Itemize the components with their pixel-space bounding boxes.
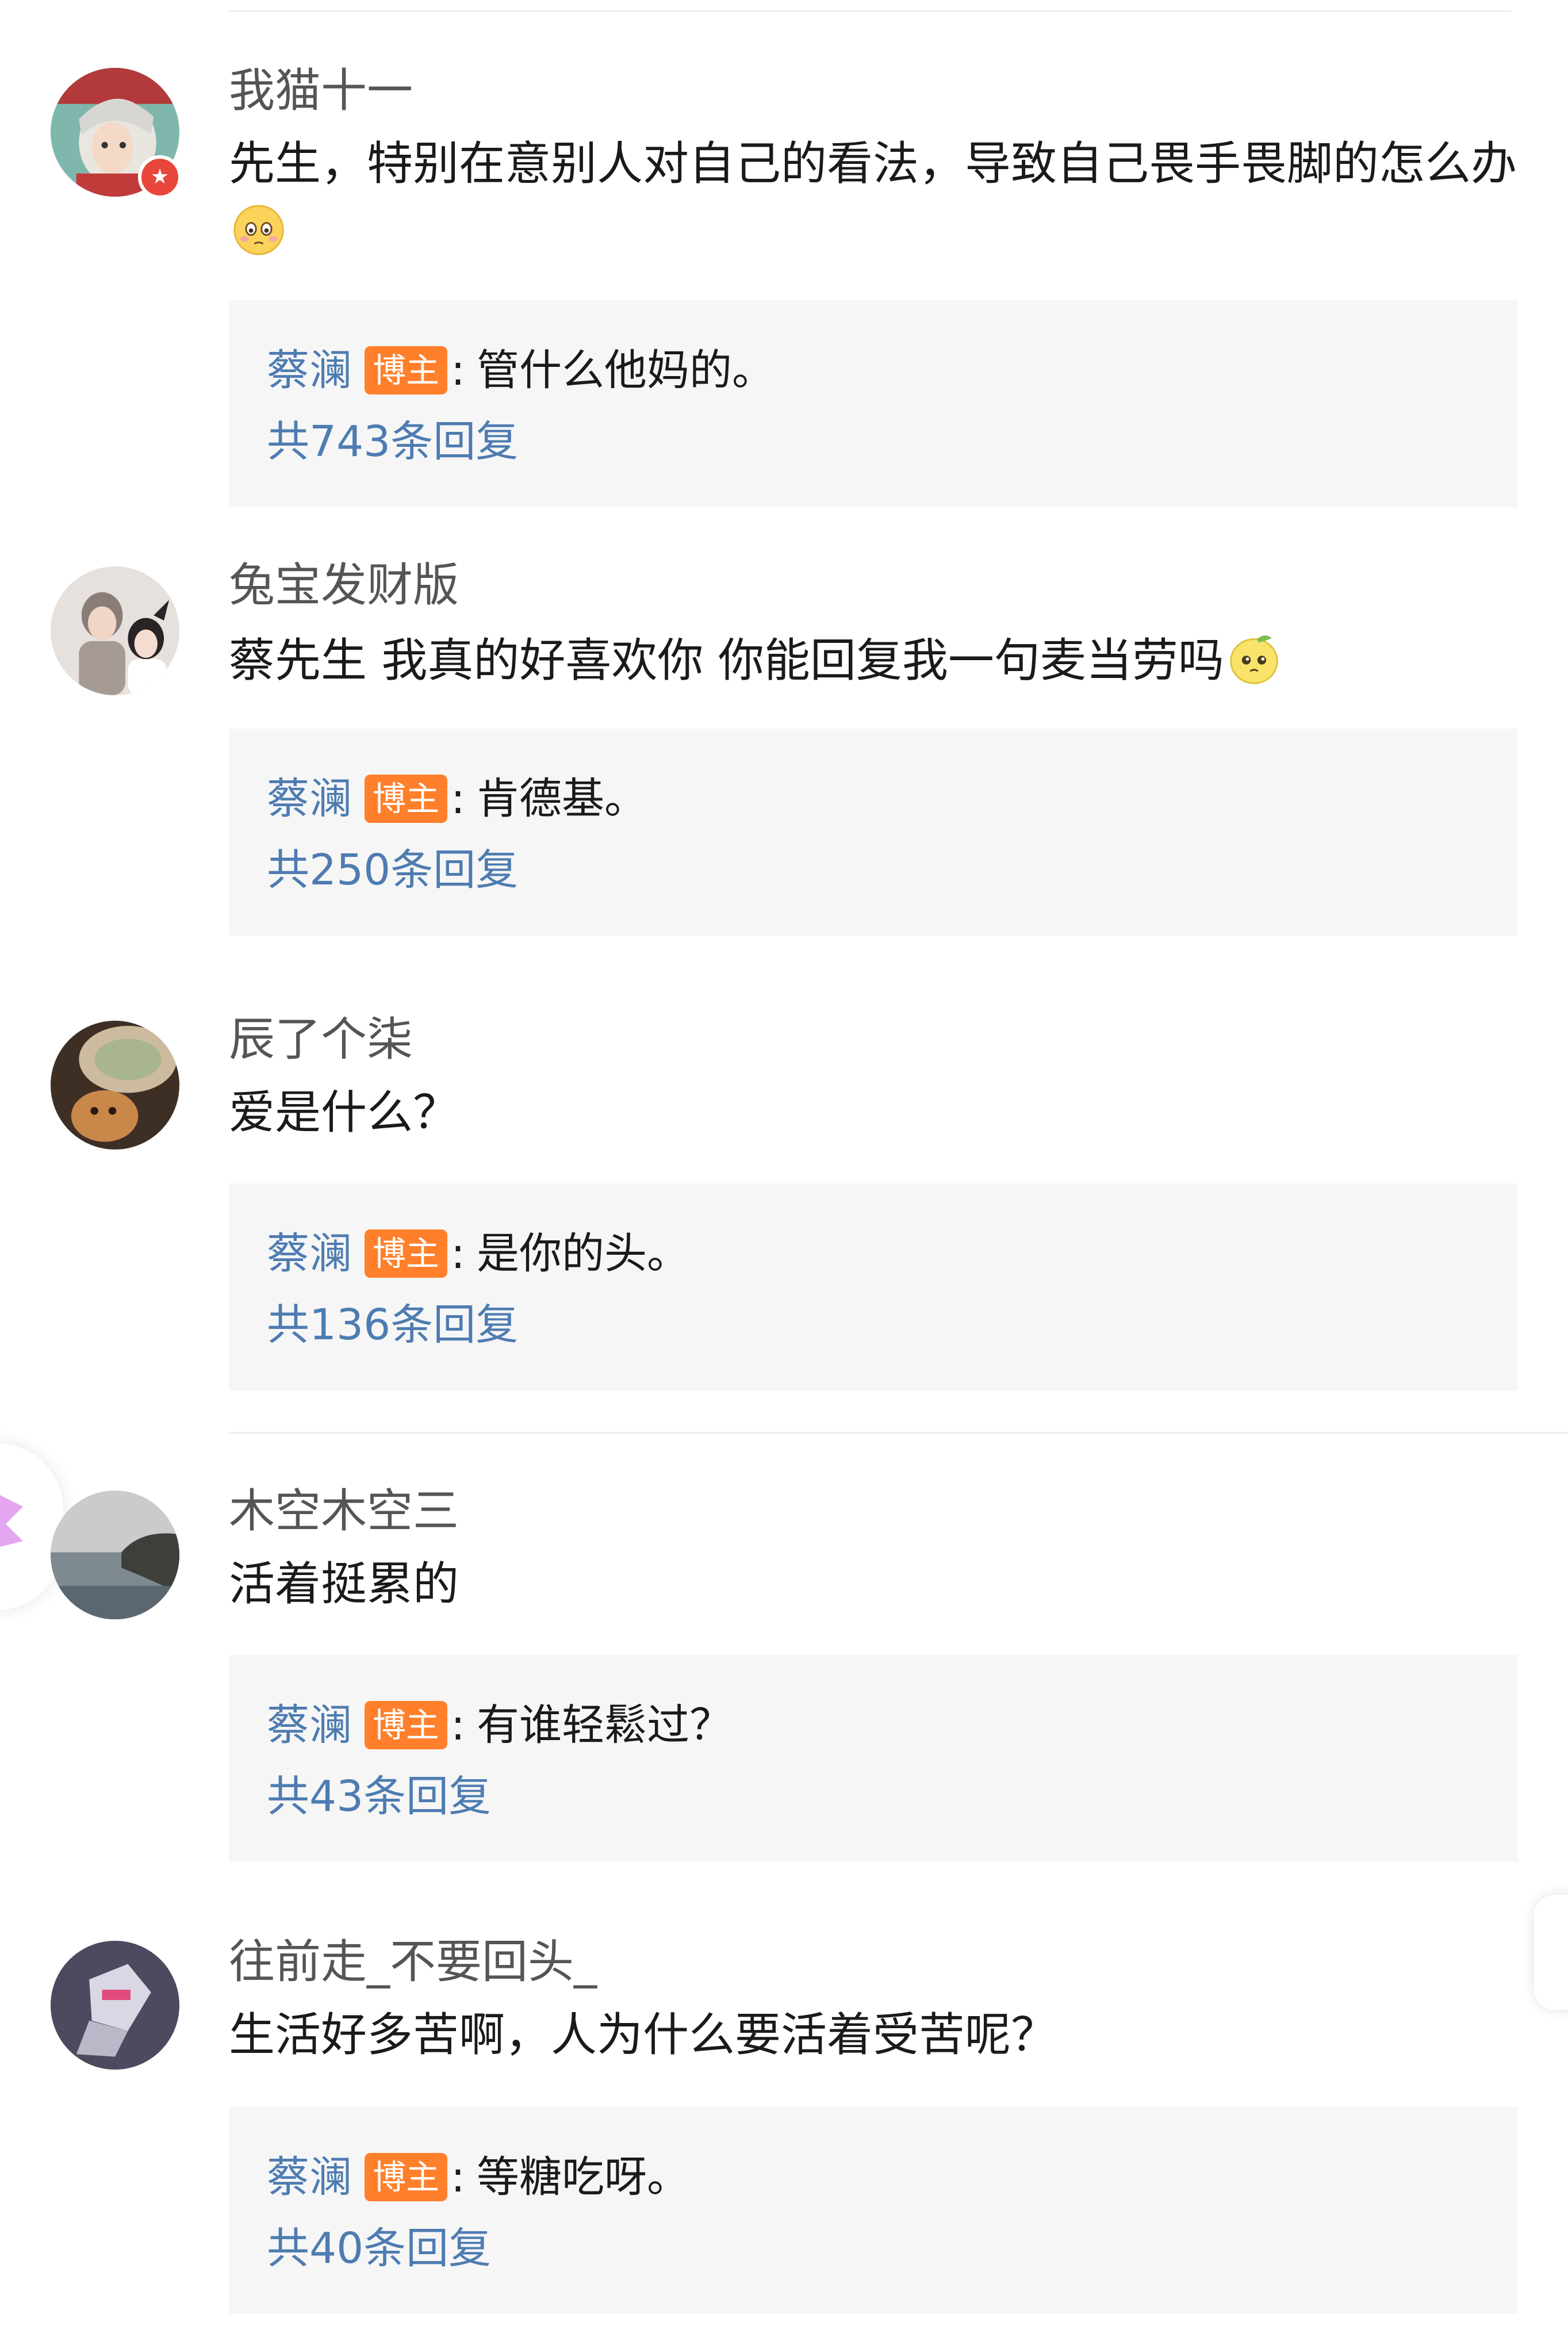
host-badge: 博主: [365, 1229, 448, 1278]
couple-illustration-avatar-image: [51, 566, 179, 695]
side-panel-tab[interactable]: [1534, 1895, 1568, 2010]
host-badge: 博主: [365, 346, 448, 394]
reply-colon: :: [451, 2152, 465, 2202]
comment-text: 爱是什么？: [229, 1079, 1528, 1147]
robot-character-avatar-image: [51, 1941, 179, 2070]
reply-line: 蔡澜 博主 : 是你的头。: [267, 1225, 689, 1282]
username[interactable]: 辰了个柒: [229, 1011, 413, 1068]
username[interactable]: 兔宝发财版: [229, 557, 459, 614]
seaside-landscape-avatar-image: [51, 1491, 179, 1619]
pleading-lemon-emoji-icon: [1226, 631, 1282, 687]
reply-count-link[interactable]: 共43条回复: [267, 1768, 491, 1825]
comment-text-content: 爱是什么？: [229, 1086, 459, 1139]
reply-count-link[interactable]: 共40条回复: [267, 2220, 491, 2277]
reply-count-link[interactable]: 共136条回复: [267, 1296, 518, 1354]
reply-box[interactable]: 蔡澜 博主 : 肯德基。 共250条回复: [229, 729, 1518, 936]
puppy-photo-avatar-image: [51, 1021, 179, 1150]
reply-box[interactable]: 蔡澜 博主 : 管什么他妈的。 共743条回复: [229, 300, 1518, 507]
reply-line: 蔡澜 博主 : 管什么他妈的。: [267, 342, 775, 399]
reply-line: 蔡澜 博主 : 肯德基。: [267, 770, 647, 827]
reply-text: 等糖吃呀。: [476, 2152, 689, 2202]
flushed-face-emoji-icon: [231, 202, 286, 258]
reply-box[interactable]: 蔡澜 博主 : 等糖吃呀。 共40条回复: [229, 2107, 1518, 2314]
reply-author[interactable]: 蔡澜: [267, 342, 352, 399]
reply-colon: :: [451, 346, 465, 395]
avatar[interactable]: [51, 566, 179, 695]
section-divider: [229, 1432, 1568, 1434]
avatar[interactable]: [51, 1941, 179, 2070]
comment-text-content: 生活好多苦啊，人为什么要活着受苦呢？: [229, 2008, 1057, 2062]
username[interactable]: 往前走_不要回头_: [229, 1933, 597, 1991]
reply-author[interactable]: 蔡澜: [267, 770, 352, 827]
reply-line: 蔡澜 博主 : 等糖吃呀。: [267, 2148, 689, 2206]
comment-text-content: 蔡先生 我真的好喜欢你 你能回复我一句麦当劳吗: [229, 634, 1224, 687]
host-badge: 博主: [365, 775, 448, 823]
reply-text: 是你的头。: [476, 1229, 689, 1278]
reply-line: 蔡澜 博主 : 有谁轻鬆过？: [267, 1696, 732, 1754]
comment-text: 蔡先生 我真的好喜欢你 你能回复我一句麦当劳吗: [229, 627, 1528, 695]
reply-text: 管什么他妈的。: [476, 346, 775, 395]
reply-colon: :: [451, 1229, 465, 1278]
comment-text: 生活好多苦啊，人为什么要活着受苦呢？: [229, 2001, 1528, 2069]
comment-text: 活着挺累的: [229, 1550, 1528, 1618]
reply-author[interactable]: 蔡澜: [267, 2148, 352, 2206]
reply-colon: :: [451, 774, 465, 823]
comment-text-content: 先生，特别在意别人对自己的看法，导致自己畏手畏脚的怎么办: [229, 137, 1517, 190]
host-badge: 博主: [365, 1701, 448, 1749]
reply-text: 肯德基。: [476, 774, 647, 823]
reply-box[interactable]: 蔡澜 博主 : 是你的头。 共136条回复: [229, 1183, 1518, 1390]
reply-author[interactable]: 蔡澜: [267, 1225, 352, 1282]
username[interactable]: 木空木空三: [229, 1482, 459, 1540]
avatar[interactable]: [51, 1021, 179, 1150]
reply-colon: :: [451, 1700, 465, 1750]
reply-text: 有谁轻鬆过？: [476, 1700, 732, 1750]
floating-star-icon: [0, 1495, 23, 1547]
reply-count-link[interactable]: 共250条回复: [267, 841, 518, 899]
reply-box[interactable]: 蔡澜 博主 : 有谁轻鬆过？ 共43条回复: [229, 1655, 1518, 1862]
username[interactable]: 我猫十一: [229, 62, 413, 120]
avatar[interactable]: [51, 1491, 179, 1619]
reply-author[interactable]: 蔡澜: [267, 1696, 352, 1754]
vip-badge-icon: ★: [138, 155, 182, 199]
comment-text-content: 活着挺累的: [229, 1557, 459, 1611]
comment-text: 先生，特别在意别人对自己的看法，导致自己畏手畏脚的怎么办: [229, 130, 1528, 266]
reply-count-link[interactable]: 共743条回复: [267, 413, 518, 470]
top-divider: [229, 10, 1511, 12]
host-badge: 博主: [365, 2153, 448, 2201]
